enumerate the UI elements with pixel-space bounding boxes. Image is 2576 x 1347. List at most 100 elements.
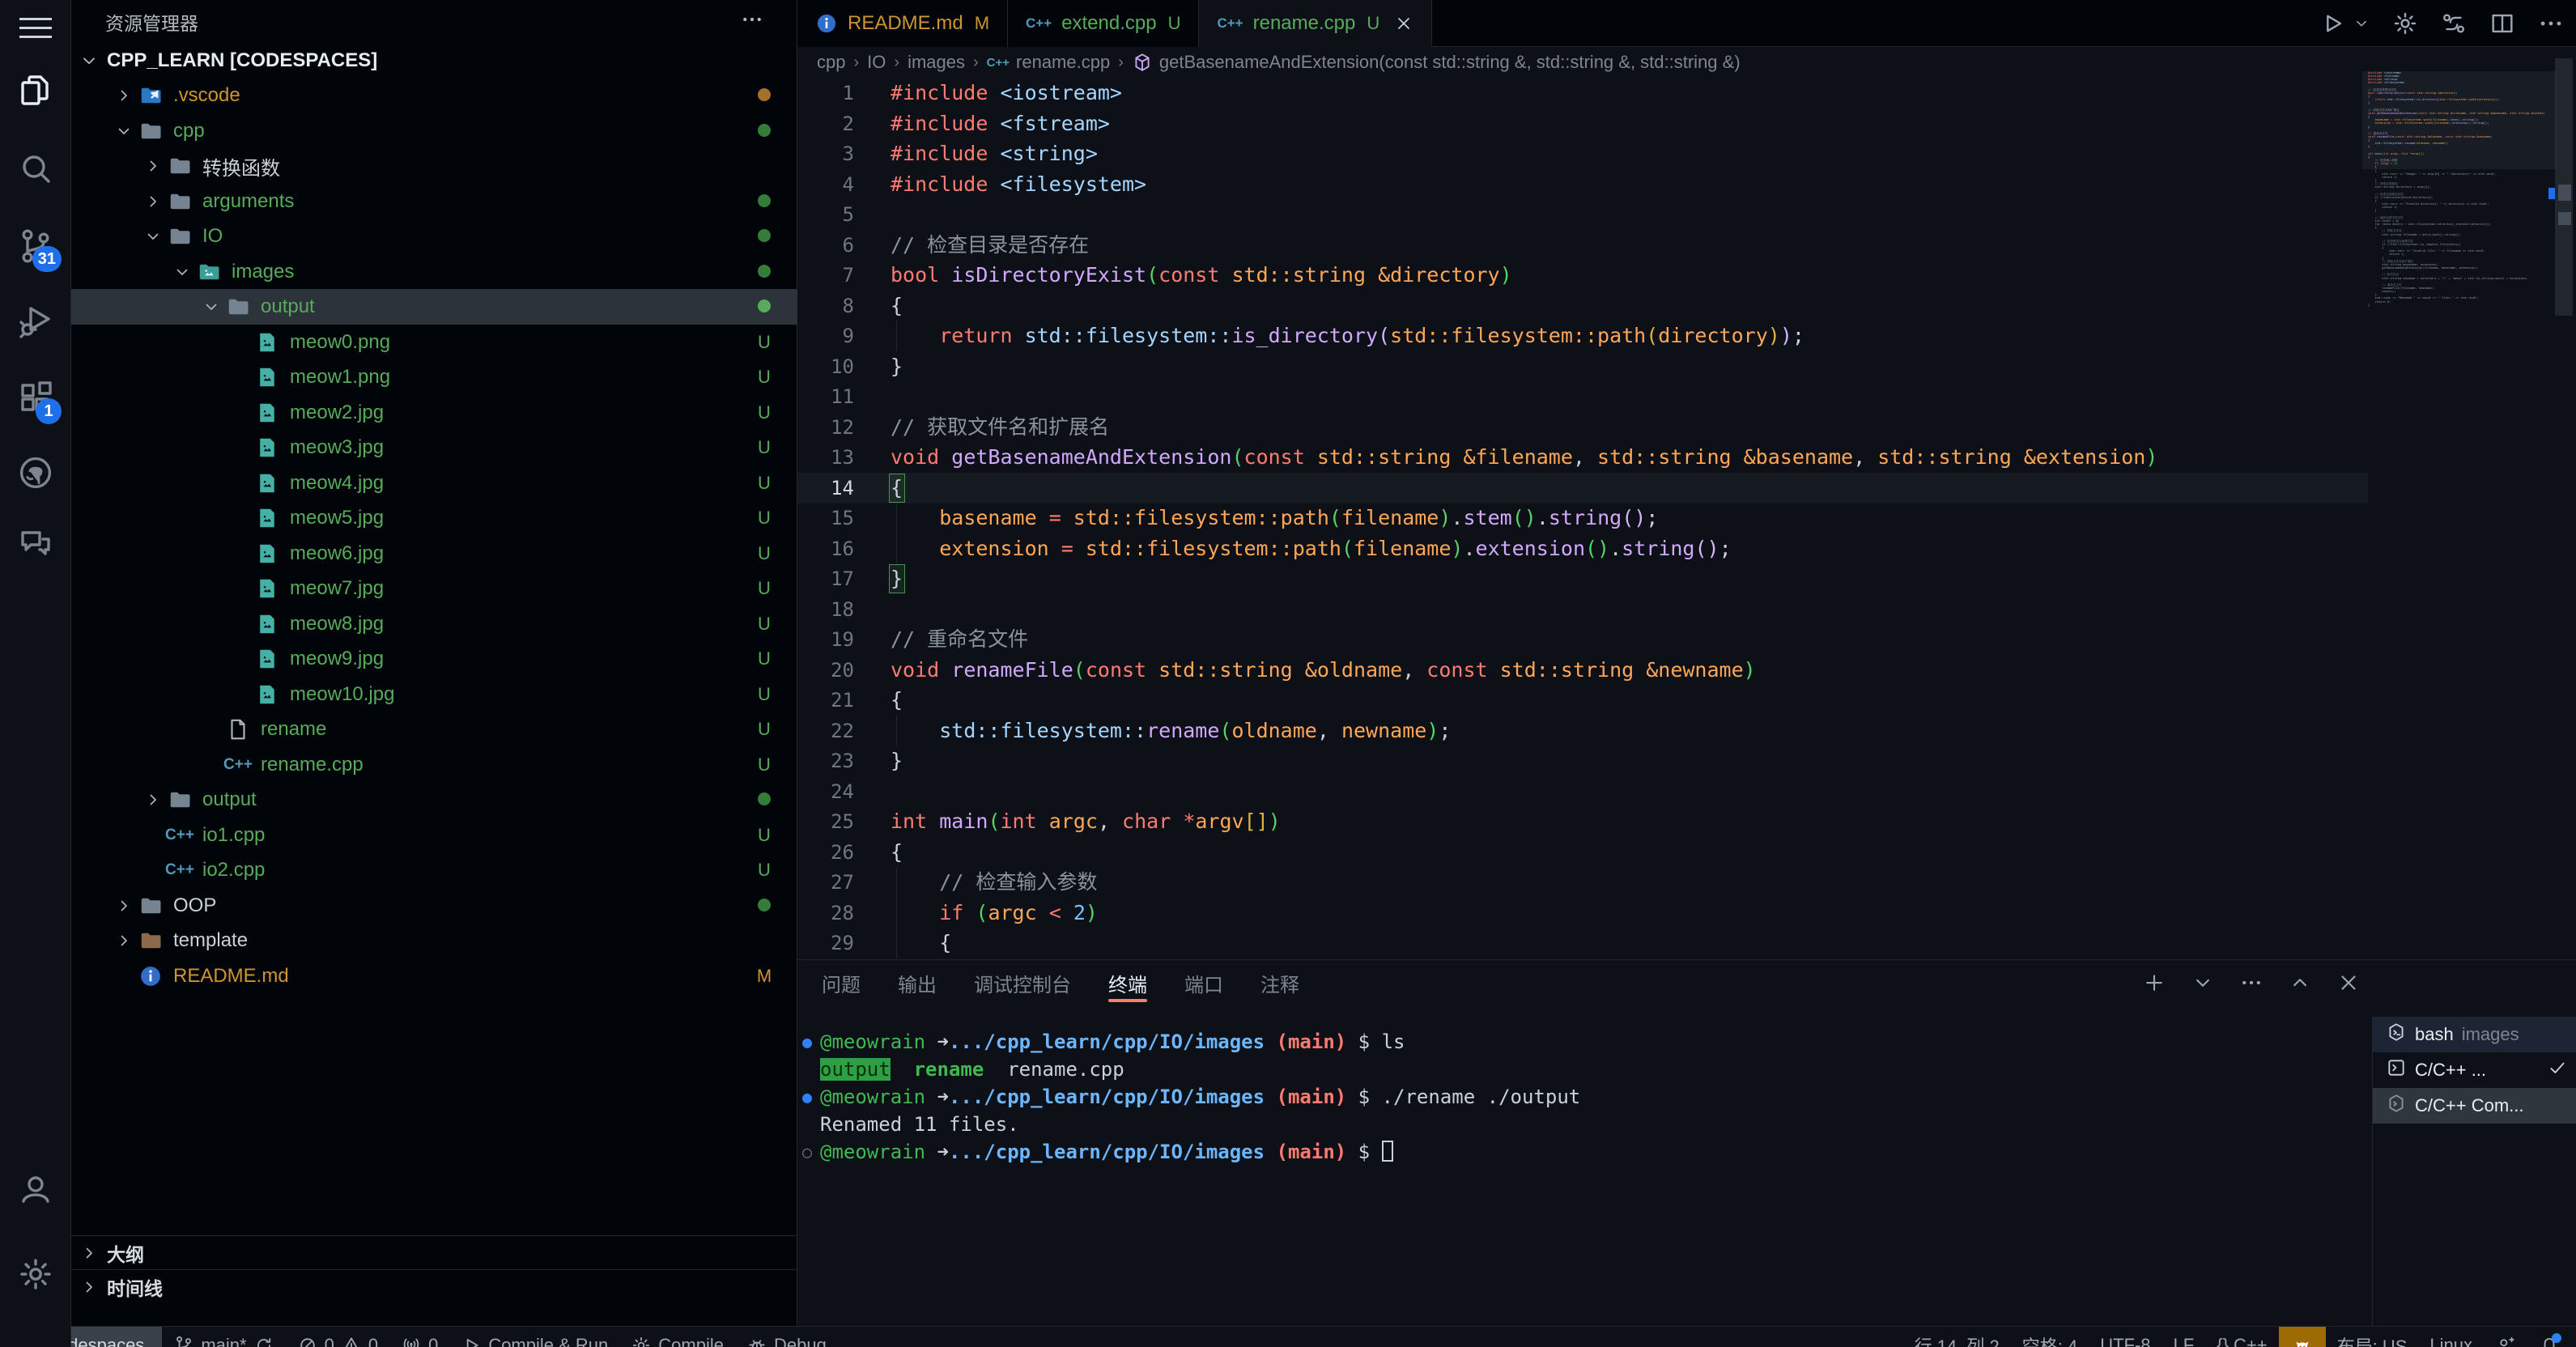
panel-tab-注释[interactable]: 注释 xyxy=(1260,960,1299,1005)
cpp-icon: C++ xyxy=(1217,15,1243,32)
tree-item-meow9.jpg[interactable]: meow9.jpg U xyxy=(71,641,797,677)
code-line: extension = std::filesystem::path(filena… xyxy=(891,533,1732,564)
activity-source-control[interactable]: 31 xyxy=(0,214,71,278)
activity-explorer[interactable] xyxy=(0,58,71,123)
ellipsis-icon[interactable] xyxy=(2537,10,2565,37)
command-decoration-pending[interactable]: ○ xyxy=(802,1138,812,1166)
command-decoration-success[interactable]: ● xyxy=(802,1028,812,1056)
breadcrumb-file[interactable]: C++rename.cpp xyxy=(987,52,1111,73)
status-compile[interactable]: Compile xyxy=(619,1327,735,1347)
panel-tab-输出[interactable]: 输出 xyxy=(898,960,937,1005)
tree-item-output[interactable]: output xyxy=(71,289,797,325)
tree-item-OOP[interactable]: OOP xyxy=(71,888,797,924)
panel-tab-调试控制台[interactable]: 调试控制台 xyxy=(974,960,1071,1005)
tree-item-.vscode[interactable]: .vscode xyxy=(71,78,797,113)
status-eol[interactable]: LF xyxy=(2162,1327,2206,1347)
status-indentation[interactable]: 空格: 4 xyxy=(2011,1327,2089,1347)
tree-item-images[interactable]: images xyxy=(71,254,797,290)
status-cursor-position[interactable]: 行 14, 列 2 xyxy=(1903,1327,2011,1347)
tree-item-label: cpp xyxy=(173,120,205,142)
tree-item-cpp[interactable]: cpp xyxy=(71,113,797,149)
tab-extend.cpp[interactable]: C++ extend.cpp U xyxy=(1008,0,1199,47)
status-feedback[interactable] xyxy=(2484,1327,2527,1347)
ellipsis-icon[interactable] xyxy=(740,7,764,36)
activity-github[interactable] xyxy=(0,440,71,505)
tab-README.md[interactable]: README.md M xyxy=(797,0,1008,47)
timeline-section[interactable]: 时间线 xyxy=(71,1269,797,1303)
status-ports[interactable]: 0 xyxy=(389,1327,449,1347)
chevron-up-icon[interactable] xyxy=(2288,971,2312,995)
close-icon[interactable] xyxy=(1394,14,1413,33)
terminal[interactable]: ●@meowrain ➜.../cpp_learn/cpp/IO/images … xyxy=(797,1025,2368,1324)
tree-item-README.md[interactable]: README.md M xyxy=(71,958,797,994)
command-decoration-success[interactable]: ● xyxy=(802,1083,812,1111)
outline-section[interactable]: 大纲 xyxy=(71,1235,797,1269)
panel-tab-终端[interactable]: 终端 xyxy=(1108,960,1147,1005)
status-git-branch[interactable]: main* xyxy=(162,1327,285,1347)
split-editor-icon[interactable] xyxy=(2489,10,2516,37)
tree-item-meow3.jpg[interactable]: meow3.jpg U xyxy=(71,430,797,465)
tree-item-rename.cpp[interactable]: C++ rename.cpp U xyxy=(71,747,797,783)
chevron-down-icon[interactable] xyxy=(2191,971,2215,995)
status-github-copilot[interactable] xyxy=(2279,1327,2326,1347)
tree-item-template[interactable]: template xyxy=(71,923,797,958)
tree-item-转换函数[interactable]: 转换函数 xyxy=(71,148,797,184)
status-problems[interactable]: 00 xyxy=(286,1327,390,1347)
terminal-list-item-C/C++ ...[interactable]: C/C++ ... xyxy=(2373,1052,2576,1088)
gear-icon[interactable] xyxy=(2391,10,2419,37)
tree-item-meow4.jpg[interactable]: meow4.jpg U xyxy=(71,465,797,501)
activity-comments[interactable] xyxy=(0,512,71,576)
minimap[interactable]: #include <iostream> #include <fstream> #… xyxy=(2368,71,2544,314)
terminal-list-item-C/C++ Com...[interactable]: C/C++ Com... xyxy=(2373,1088,2576,1124)
code-line: if (argc < 2) xyxy=(891,898,1098,928)
status-keyboard-layout[interactable]: 布局: US xyxy=(2326,1327,2419,1347)
breadcrumb: cpp›IO›images›C++rename.cpp›getBasenameA… xyxy=(797,47,2576,78)
tree-item-meow2.jpg[interactable]: meow2.jpg U xyxy=(71,395,797,431)
sidebar-title: 资源管理器 xyxy=(105,8,198,36)
breadcrumb-item[interactable]: cpp xyxy=(817,52,845,73)
panel-tab-端口[interactable]: 端口 xyxy=(1184,960,1223,1005)
status-debug[interactable]: Debug xyxy=(735,1327,838,1347)
compare-changes-icon[interactable] xyxy=(2440,10,2468,37)
status-os[interactable]: Linux xyxy=(2418,1327,2484,1347)
breadcrumb-item[interactable]: images xyxy=(908,52,965,73)
line-number: 27 xyxy=(797,867,854,898)
tree-item-meow0.png[interactable]: meow0.png U xyxy=(71,325,797,360)
play-icon[interactable] xyxy=(2319,10,2346,37)
status-language-mode[interactable]: {} C++ xyxy=(2205,1327,2278,1347)
tree-item-arguments[interactable]: arguments xyxy=(71,184,797,219)
tab-rename.cpp[interactable]: C++ rename.cpp U xyxy=(1199,0,1432,47)
tree-item-label: meow6.jpg xyxy=(290,542,384,565)
status-encoding[interactable]: UTF-8 xyxy=(2089,1327,2162,1347)
tree-item-output[interactable]: output xyxy=(71,782,797,818)
terminal-list-item-bash[interactable]: bash images xyxy=(2373,1017,2576,1052)
tree-item-meow10.jpg[interactable]: meow10.jpg U xyxy=(71,677,797,712)
panel-tab-问题[interactable]: 问题 xyxy=(822,960,861,1005)
activity-accounts[interactable] xyxy=(0,1156,71,1221)
activity-extensions[interactable]: 1 xyxy=(0,366,71,431)
tree-item-meow1.png[interactable]: meow1.png U xyxy=(71,359,797,395)
status-notifications[interactable] xyxy=(2527,1327,2571,1347)
tree-item-io1.cpp[interactable]: C++ io1.cpp U xyxy=(71,818,797,853)
close-icon[interactable] xyxy=(2336,971,2361,995)
tree-item-meow5.jpg[interactable]: meow5.jpg U xyxy=(71,500,797,536)
breadcrumb-item[interactable]: IO xyxy=(867,52,886,73)
plus-icon[interactable] xyxy=(2142,971,2166,995)
activity-run-debug[interactable] xyxy=(0,288,71,353)
tree-item-meow7.jpg[interactable]: meow7.jpg U xyxy=(71,571,797,606)
tree-item-meow6.jpg[interactable]: meow6.jpg U xyxy=(71,536,797,572)
chevron-down-icon[interactable] xyxy=(2353,15,2370,32)
status-label: Debug xyxy=(774,1335,827,1347)
tree-item-meow8.jpg[interactable]: meow8.jpg U xyxy=(71,606,797,642)
tree-root-folder[interactable]: CPP_LEARN [CODESPACES] xyxy=(71,44,797,78)
tree-item-IO[interactable]: IO xyxy=(71,219,797,254)
breadcrumb-symbol[interactable]: getBasenameAndExtension(const std::strin… xyxy=(1132,52,1741,73)
status-compile-run[interactable]: Compile & Run xyxy=(449,1327,619,1347)
code-editor[interactable]: 1#include <iostream>2#include <fstream>3… xyxy=(797,78,2368,959)
tree-item-io2.cpp[interactable]: C++ io2.cpp U xyxy=(71,852,797,888)
activity-search[interactable] xyxy=(0,136,71,201)
ellipsis-icon[interactable] xyxy=(2239,971,2264,995)
activity-manage[interactable] xyxy=(0,1242,71,1307)
tree-item-rename[interactable]: rename U xyxy=(71,712,797,747)
menu-icon[interactable] xyxy=(0,6,71,49)
